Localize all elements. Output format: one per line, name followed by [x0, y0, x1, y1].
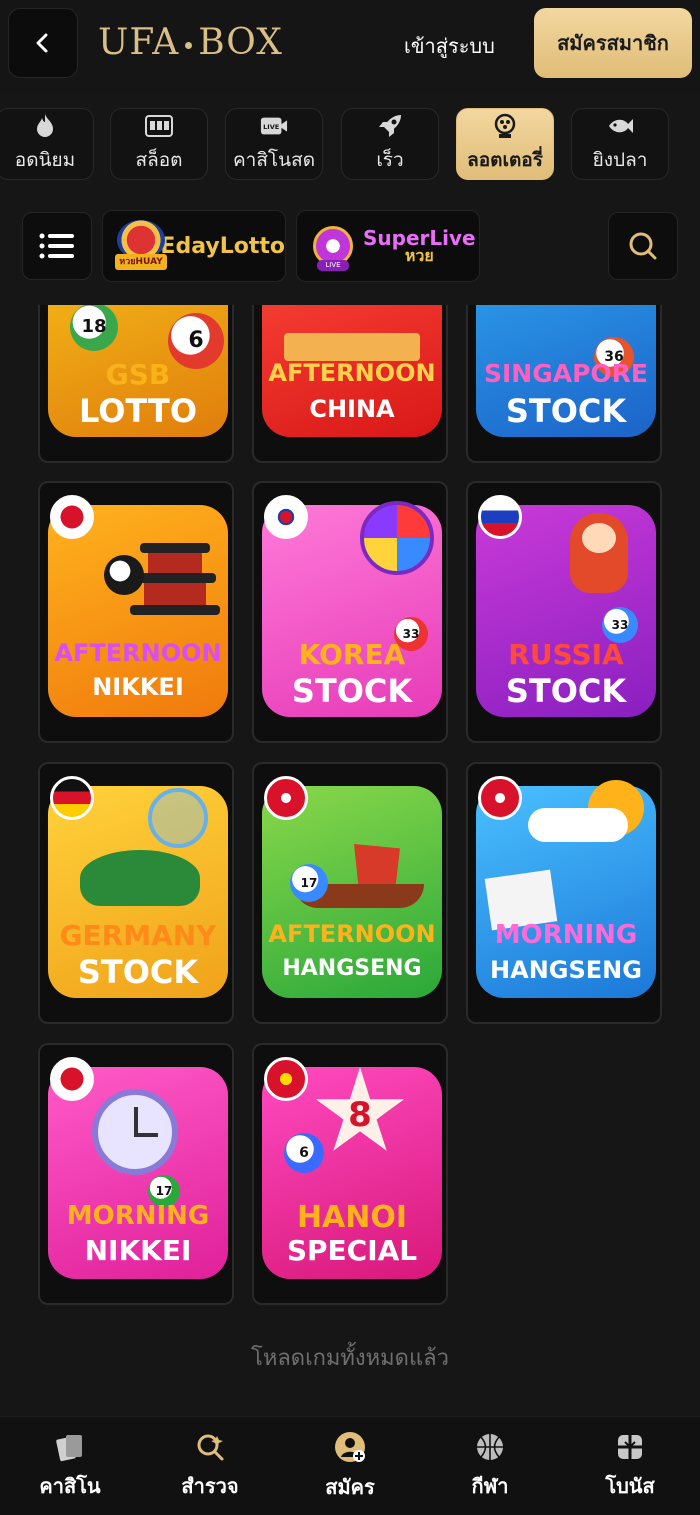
- alarm-clock-icon: [92, 1089, 178, 1175]
- nav-bonus[interactable]: โบนัส: [560, 1417, 700, 1515]
- game-card-afternoon-hangseng[interactable]: 17 AFTERNOON HANGSENG: [252, 762, 448, 1024]
- lottery-drum-icon: [148, 788, 208, 848]
- germany-flag-icon: [50, 776, 94, 820]
- fire-icon: [31, 113, 59, 139]
- fish-icon: [606, 113, 634, 139]
- login-link[interactable]: เข้าสู่ระบบ: [404, 30, 495, 62]
- ball-icon: 18: [70, 305, 118, 351]
- japan-flag-icon: [50, 1057, 94, 1101]
- chevron-left-icon: [36, 33, 48, 53]
- tab-slots[interactable]: สล็อต: [110, 108, 208, 180]
- nav-sports[interactable]: กีฬา: [420, 1417, 560, 1515]
- game-card-korea-stock[interactable]: 33 KOREA STOCK: [252, 481, 448, 743]
- game-card-singapore-stock[interactable]: 36 SINGAPORE STOCK: [466, 305, 662, 463]
- bottom-nav: คาสิโน สำรวจ สมัคร กีฬา โบนัส: [0, 1416, 700, 1515]
- logo[interactable]: UFA BOX: [98, 22, 283, 63]
- cloud-shape: [528, 808, 628, 842]
- top-header: UFA BOX เข้าสู่ระบบ สมัครสมาชิก: [0, 0, 700, 90]
- slot-machine-icon: [145, 113, 173, 139]
- user-add-icon: [335, 1431, 365, 1462]
- hongkong-flag-icon: [264, 776, 308, 820]
- tab-popular[interactable]: อดนิยม: [0, 108, 94, 180]
- tab-lottery[interactable]: ลอตเตอรี่: [456, 108, 554, 180]
- nav-register[interactable]: สมัคร: [280, 1417, 420, 1515]
- tab-fishing[interactable]: ยิงปลา: [571, 108, 669, 180]
- cards-icon: [56, 1434, 82, 1461]
- game-card-afternoon-nikkei[interactable]: AFTERNOON NIKKEI: [38, 481, 234, 743]
- provider-badge: หวย: [404, 246, 434, 265]
- nav-explore[interactable]: สำรวจ: [140, 1417, 280, 1515]
- rocket-icon: [376, 113, 404, 139]
- register-button[interactable]: สมัครสมาชิก: [534, 8, 692, 78]
- back-button[interactable]: [8, 8, 78, 78]
- korea-flag-icon: [264, 495, 308, 539]
- game-card-gsb-lotto[interactable]: 18 6 GSB LOTTO: [38, 305, 234, 463]
- search-icon: [629, 232, 657, 260]
- explore-icon: [197, 1434, 224, 1460]
- game-card-germany-stock[interactable]: GERMANY STOCK: [38, 762, 234, 1024]
- tab-live-casino[interactable]: LIVE คาสิโนสด: [225, 108, 323, 180]
- vietnam-flag-icon: [264, 1057, 308, 1101]
- game-card-morning-nikkei[interactable]: 17 MORNING NIKKEI: [38, 1043, 234, 1305]
- tab-fast[interactable]: เร็ว: [341, 108, 439, 180]
- game-card-afternoon-china[interactable]: AFTERNOON CHINA: [252, 305, 448, 463]
- hat-shape: [80, 850, 200, 906]
- list-menu-icon: [39, 233, 74, 259]
- ball-icon: [104, 555, 144, 595]
- provider-name: SuperLive: [363, 226, 476, 250]
- hongkong-flag-icon: [478, 776, 522, 820]
- great-wall-shape: [284, 333, 420, 361]
- gift-icon: [618, 1434, 642, 1459]
- game-grid: 18 6 GSB LOTTO AFTERNOON CHINA 36 SINGAP…: [0, 305, 700, 1315]
- pagoda-shape: [130, 523, 220, 633]
- prize-wheel-icon: [360, 501, 434, 575]
- all-games-loaded-text: โหลดเกมทั้งหมดแล้ว: [251, 1346, 449, 1371]
- svg-text:LIVE: LIVE: [263, 123, 279, 131]
- nav-casino[interactable]: คาสิโน: [0, 1417, 140, 1515]
- provider-superlive[interactable]: LIVE SuperLive หวย: [296, 210, 480, 282]
- game-card-hanoi-special[interactable]: 8 6 HANOI SPECIAL: [252, 1043, 448, 1305]
- provider-edaylotto[interactable]: หวยHUAY EdayLotto: [102, 210, 286, 282]
- search-button[interactable]: [608, 212, 678, 280]
- lottery-ball-icon: [491, 113, 519, 139]
- live-tv-icon: LIVE: [260, 113, 288, 139]
- menu-button[interactable]: [22, 212, 92, 280]
- game-card-russia-stock[interactable]: 33 RUSSIA STOCK: [466, 481, 662, 743]
- matryoshka-doll-shape: [570, 513, 628, 593]
- basketball-icon: [477, 1433, 503, 1460]
- game-card-morning-hangseng[interactable]: MORNING HANGSENG: [466, 762, 662, 1024]
- japan-flag-icon: [50, 495, 94, 539]
- provider-name: EdayLotto: [160, 233, 285, 259]
- ball-icon: 17: [290, 864, 328, 902]
- russia-flag-icon: [478, 495, 522, 539]
- edaylotto-logo-icon: หวยHUAY: [115, 220, 167, 272]
- superlive-logo-icon: LIVE: [309, 220, 357, 272]
